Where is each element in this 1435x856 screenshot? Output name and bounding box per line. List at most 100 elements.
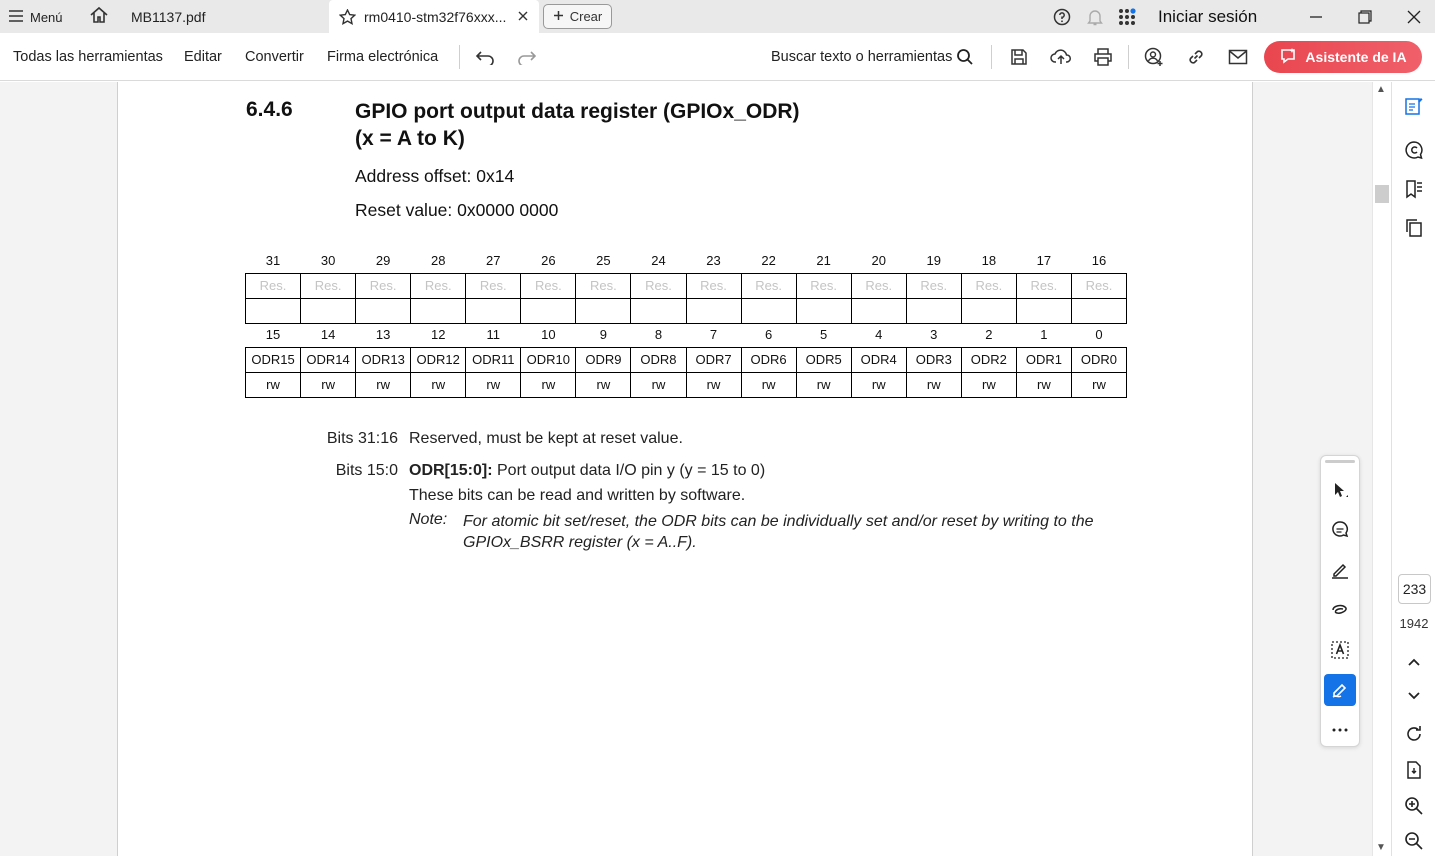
access-type: rw [795,371,852,398]
e-sign-menu[interactable]: Firma electrónica [327,49,438,65]
document-viewer[interactable]: 6.4.6 GPIO port output data register (GP… [0,82,1390,856]
new-tab-label: Crear [569,9,603,24]
undo-icon[interactable] [473,45,497,69]
comments-panel-icon[interactable] [1402,138,1426,162]
access-type: rw [575,371,632,398]
bit-number: 5 [820,326,828,342]
note-label: Note: [409,511,448,528]
edit-pdf-icon[interactable] [1402,94,1426,118]
add-text-icon[interactable] [1324,634,1356,666]
bit-number: 23 [706,252,721,268]
menu-button[interactable]: Menú [8,4,63,30]
close-icon[interactable] [517,9,529,25]
reset-value: Reset value: 0x0000 0000 [355,200,559,220]
all-tools-menu[interactable]: Todas las herramientas [13,49,163,65]
star-icon[interactable] [339,8,356,25]
ai-assistant-button[interactable]: Asistente de IA [1264,41,1422,73]
odr-field-desc: Port output data I/O pin y (y = 15 to 0) [492,462,766,479]
bits-15-0-line2: These bits can be read and written by so… [409,487,746,504]
minimize-icon[interactable] [1303,4,1329,30]
bookmarks-icon[interactable] [1402,177,1426,201]
odr-field: ODR5 [795,346,852,373]
drag-handle[interactable] [1325,460,1355,463]
restore-icon[interactable] [1352,4,1378,30]
signin-button[interactable]: Iniciar sesión [1158,7,1257,27]
bits-15-0-label: Bits 15:0 [335,462,398,479]
reserved-field: Res. [1015,272,1072,299]
reserved-field: Res. [740,272,797,299]
bit-number: 17 [1036,252,1052,268]
convert-menu[interactable]: Convertir [245,49,304,65]
odr-field: ODR0 [1070,346,1128,373]
odr-field: ODR12 [410,346,467,373]
scroll-up-icon[interactable]: ▲ [1376,84,1386,95]
access-cell-empty [960,297,1017,324]
pages-thumbnails-icon[interactable] [1402,216,1426,240]
upload-cloud-icon[interactable] [1049,45,1073,69]
home-button[interactable] [86,5,112,29]
bit-number: 24 [651,252,666,268]
comment-icon[interactable] [1324,514,1356,546]
access-cell-empty [1015,297,1072,324]
apps-grid-icon[interactable] [1116,6,1138,28]
odr-field: ODR1 [1015,346,1072,373]
search-tools-label[interactable]: Buscar texto o herramientas [771,49,952,65]
page-fit-icon[interactable] [1402,758,1426,782]
bit-number: 26 [541,252,556,268]
mail-icon[interactable] [1226,45,1250,69]
odr-field: ODR10 [520,346,577,373]
odr-field: ODR3 [905,346,962,373]
select-cursor-icon[interactable] [1324,474,1356,506]
new-tab-button[interactable]: Crear [543,4,612,29]
help-icon[interactable] [1051,6,1073,28]
odr-field: ODR4 [850,346,907,373]
scroll-down-icon[interactable]: ▼ [1376,842,1386,853]
access-type: rw [465,371,522,398]
freehand-draw-icon[interactable] [1324,594,1356,626]
odr-field: ODR6 [740,346,797,373]
more-options-icon[interactable] [1324,714,1356,746]
print-icon[interactable] [1091,45,1115,69]
pdf-page: 6.4.6 GPIO port output data register (GP… [117,82,1253,856]
bits-31-16-description: Reserved, must be kept at reset value. [409,430,683,447]
redo-icon[interactable] [515,45,539,69]
scrollbar-thumb[interactable] [1375,185,1389,203]
vertical-scrollbar[interactable]: ▲ ▼ [1372,82,1390,856]
bit-number: 19 [926,252,942,268]
reserved-field: Res. [244,272,302,299]
quick-tools-panel [1320,455,1360,747]
highlight-pen-icon[interactable] [1324,554,1356,586]
link-icon[interactable] [1184,45,1208,69]
bit-number: 15 [265,326,281,342]
access-cell-empty [850,297,907,324]
search-icon[interactable] [953,45,977,69]
bell-icon[interactable] [1084,6,1106,28]
bit-number: 28 [430,252,446,268]
tab-mb1137[interactable]: MB1137.pdf [118,0,328,33]
share-user-icon[interactable] [1142,45,1166,69]
access-type: rw [960,371,1017,398]
next-page-icon[interactable] [1402,684,1426,708]
tab-label: rm0410-stm32f76xxx... [364,8,507,25]
section-title-line2: (x = A to K) [355,127,465,150]
window-close-icon[interactable] [1401,4,1427,30]
access-cell-empty [520,297,577,324]
reserved-field: Res. [850,272,907,299]
edit-menu[interactable]: Editar [184,49,222,65]
bit-number: 7 [709,326,718,342]
save-icon[interactable] [1007,45,1031,69]
toolbar-divider [1128,45,1129,69]
tab-rm0410[interactable]: rm0410-stm32f76xxx... [329,0,539,33]
zoom-in-icon[interactable] [1402,794,1426,818]
sign-icon[interactable] [1324,674,1356,706]
total-pages: 1942 [1399,616,1429,631]
previous-page-icon[interactable] [1402,650,1426,674]
rotate-icon[interactable] [1402,722,1426,746]
odr-field: ODR11 [465,346,522,373]
zoom-out-icon[interactable] [1402,829,1426,853]
address-offset: Address offset: 0x14 [355,166,515,186]
current-page-input[interactable]: 233 [1398,574,1431,604]
access-cell-empty [685,297,742,324]
reserved-field: Res. [1070,272,1128,299]
odr-field-name: ODR[15:0]: [409,462,493,479]
